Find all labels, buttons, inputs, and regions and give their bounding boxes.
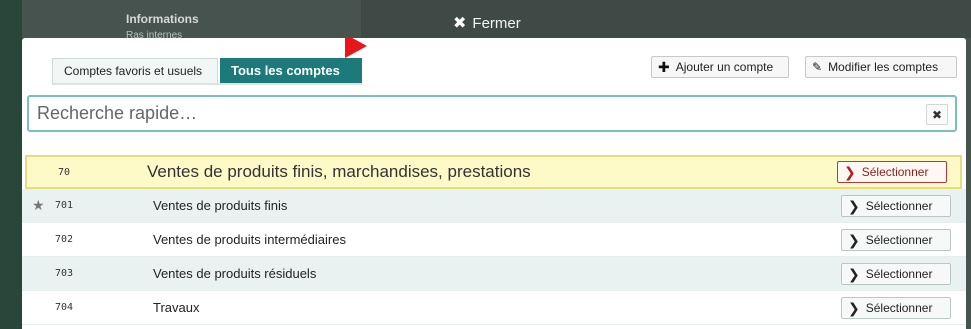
account-label: Ventes de produits résiduels <box>153 266 317 281</box>
select-account-button[interactable]: ❯ Sélectionner <box>841 195 951 217</box>
star-icon[interactable]: ★ <box>32 197 45 214</box>
select-label: Sélectionner <box>865 267 933 281</box>
search-box: ✖ <box>27 95 957 132</box>
chevron-right-icon: ❯ <box>848 197 860 214</box>
dialog-toolbar: Comptes favoris et usuels Tous les compt… <box>22 38 966 88</box>
select-label: Sélectionner <box>865 199 933 213</box>
account-code: 70 <box>58 166 71 178</box>
search-input[interactable] <box>29 97 909 130</box>
account-row[interactable]: 704 Travaux ❯ Sélectionner <box>22 291 966 325</box>
account-row[interactable]: 70 Ventes de produits finis, marchandise… <box>25 155 962 189</box>
account-code: 704 <box>55 302 74 313</box>
clear-search-button[interactable]: ✖ <box>926 104 948 125</box>
chevron-right-icon: ❯ <box>848 299 860 316</box>
tab-favorite-accounts[interactable]: Comptes favoris et usuels <box>52 58 218 83</box>
select-label: Sélectionner <box>865 301 933 315</box>
account-list: 70 Ventes de produits finis, marchandise… <box>22 155 966 325</box>
account-label: Travaux <box>153 300 200 315</box>
account-row[interactable]: ★ 701 Ventes de produits finis ❯ Sélecti… <box>22 189 966 223</box>
flag-marker-icon <box>345 38 367 58</box>
background-sidebar <box>0 0 22 329</box>
tab-all-accounts[interactable]: Tous les comptes <box>220 58 362 83</box>
select-account-button[interactable]: ❯ Sélectionner <box>841 229 951 251</box>
chevron-right-icon: ❯ <box>848 265 860 282</box>
account-label: Ventes de produits finis, marchandises, … <box>147 162 531 181</box>
close-dialog-button[interactable]: ✖ Fermer <box>453 12 521 34</box>
pencil-icon: ✎ <box>812 60 823 74</box>
account-code: 703 <box>55 268 74 279</box>
account-code: 701 <box>55 200 74 211</box>
account-code: 702 <box>55 234 74 245</box>
select-label: Sélectionner <box>865 233 933 247</box>
account-row[interactable]: 702 Ventes de produits intermédiaires ❯ … <box>22 223 966 257</box>
select-account-button[interactable]: ❯ Sélectionner <box>841 297 951 319</box>
background-info-title: Informations <box>126 12 199 26</box>
plus-icon: ✚ <box>658 58 670 75</box>
add-account-label: Ajouter un compte <box>675 60 774 74</box>
account-picker-dialog: Comptes favoris et usuels Tous les compt… <box>22 38 966 329</box>
chevron-right-icon: ❯ <box>844 163 856 180</box>
account-label: Ventes de produits intermédiaires <box>153 232 346 247</box>
account-label: Ventes de produits finis <box>153 198 288 213</box>
select-label: Sélectionner <box>861 165 929 179</box>
tab-underline <box>52 83 362 85</box>
select-account-button[interactable]: ❯ Sélectionner <box>837 161 947 183</box>
select-account-button[interactable]: ❯ Sélectionner <box>841 263 951 285</box>
account-row[interactable]: 703 Ventes de produits résiduels ❯ Sélec… <box>22 257 966 291</box>
edit-accounts-button[interactable]: ✎ Modifier les comptes <box>805 56 957 78</box>
close-icon: ✖ <box>453 15 467 32</box>
close-icon: ✖ <box>931 107 943 122</box>
edit-accounts-label: Modifier les comptes <box>828 60 939 74</box>
add-account-button[interactable]: ✚ Ajouter un compte <box>651 56 789 78</box>
close-label: Fermer <box>472 14 521 32</box>
chevron-right-icon: ❯ <box>848 231 860 248</box>
